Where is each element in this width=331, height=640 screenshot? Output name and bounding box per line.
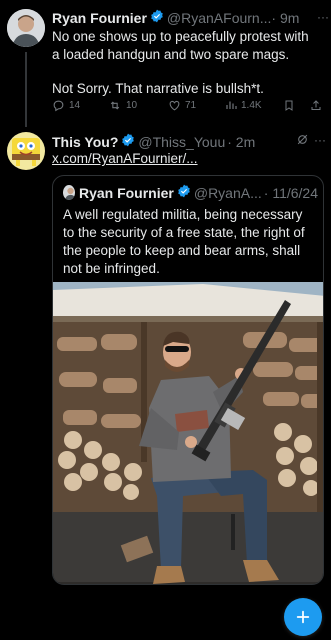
author-name: Ryan Fournier xyxy=(78,184,174,201)
quote-text: A well regulated militia, being necessar… xyxy=(63,206,318,278)
tweet-header: Ryan Fournier @RyanAFourn... · 9m xyxy=(52,9,314,26)
author-name[interactable]: Ryan Fournier xyxy=(52,10,147,26)
compose-icon xyxy=(296,610,310,624)
more-icon[interactable]: ··· xyxy=(317,10,329,24)
like-count: 71 xyxy=(185,100,197,111)
tweet-text-line: No one shows up to peacefully protest wi… xyxy=(52,29,309,44)
avatar-photo xyxy=(63,185,75,200)
views-button[interactable]: 1.4K xyxy=(225,99,262,111)
repost-icon xyxy=(110,101,120,110)
action-bar: 14 10 71 1.4K xyxy=(52,99,322,115)
avatar-photo xyxy=(7,132,45,170)
author-name[interactable]: This You? xyxy=(52,134,118,150)
tweet-header: This You? @Thiss_Youu · 2m xyxy=(52,133,292,150)
tweet-link[interactable]: x.com/RyanAFournier/... xyxy=(52,151,198,166)
verified-icon xyxy=(177,184,191,201)
repost-button[interactable]: 10 xyxy=(108,99,137,112)
reply-count: 14 xyxy=(69,100,81,111)
compose-button[interactable] xyxy=(284,598,322,636)
bookmark-icon xyxy=(285,100,293,111)
views-count: 1.4K xyxy=(241,99,262,111)
more-icon[interactable]: ··· xyxy=(314,133,326,147)
tweet-text: No one shows up to peacefully protest wi… xyxy=(52,28,327,98)
quoted-tweet[interactable]: Ryan Fournier @RyanA... · 11/6/24 A well… xyxy=(52,175,324,585)
grok-icon[interactable] xyxy=(296,133,309,151)
tweet-text-line: Not Sorry. That narrative is bullsh*t. xyxy=(52,81,264,96)
timestamp[interactable]: · 9m xyxy=(271,10,299,26)
timestamp: · 11/6/24 xyxy=(263,184,318,201)
avatar[interactable] xyxy=(7,132,45,170)
reply-button[interactable]: 14 xyxy=(52,99,80,112)
like-button[interactable]: 71 xyxy=(168,99,196,112)
repost-count: 10 xyxy=(126,100,138,111)
quote-header: Ryan Fournier @RyanA... · 11/6/24 xyxy=(63,184,318,201)
quote-text-line: to the security of a free state, the rig… xyxy=(63,225,305,240)
share-icon xyxy=(311,100,321,110)
reply-icon xyxy=(53,100,64,112)
views-icon xyxy=(226,101,237,109)
timestamp[interactable]: · 2m xyxy=(227,134,255,150)
quote-text-line: the people to keep and bear arms, shall xyxy=(63,243,301,258)
author-handle: @RyanA... xyxy=(193,184,262,201)
photo-man-with-rifle xyxy=(53,282,323,584)
quote-text-line: not be infringed. xyxy=(63,261,160,276)
avatar[interactable] xyxy=(7,9,45,47)
tweet-text-line: a loaded handgun and two spare mags. xyxy=(52,46,290,62)
thread-line xyxy=(25,52,27,127)
avatar-photo xyxy=(7,9,45,47)
tweet-ryan-fournier[interactable]: Ryan Fournier @RyanAFourn... · 9m ··· No… xyxy=(0,0,331,128)
bookmark-button[interactable] xyxy=(283,99,295,112)
quote-text-line: A well regulated militia, being necessar… xyxy=(63,207,303,222)
quote-photo[interactable] xyxy=(53,282,323,584)
author-handle[interactable]: @RyanAFourn... xyxy=(167,10,271,26)
verified-icon xyxy=(150,9,164,26)
like-icon xyxy=(169,100,180,111)
share-button[interactable] xyxy=(310,99,322,112)
author-handle[interactable]: @Thiss_Youu xyxy=(138,134,225,150)
avatar[interactable] xyxy=(63,185,75,200)
verified-icon xyxy=(121,133,135,150)
